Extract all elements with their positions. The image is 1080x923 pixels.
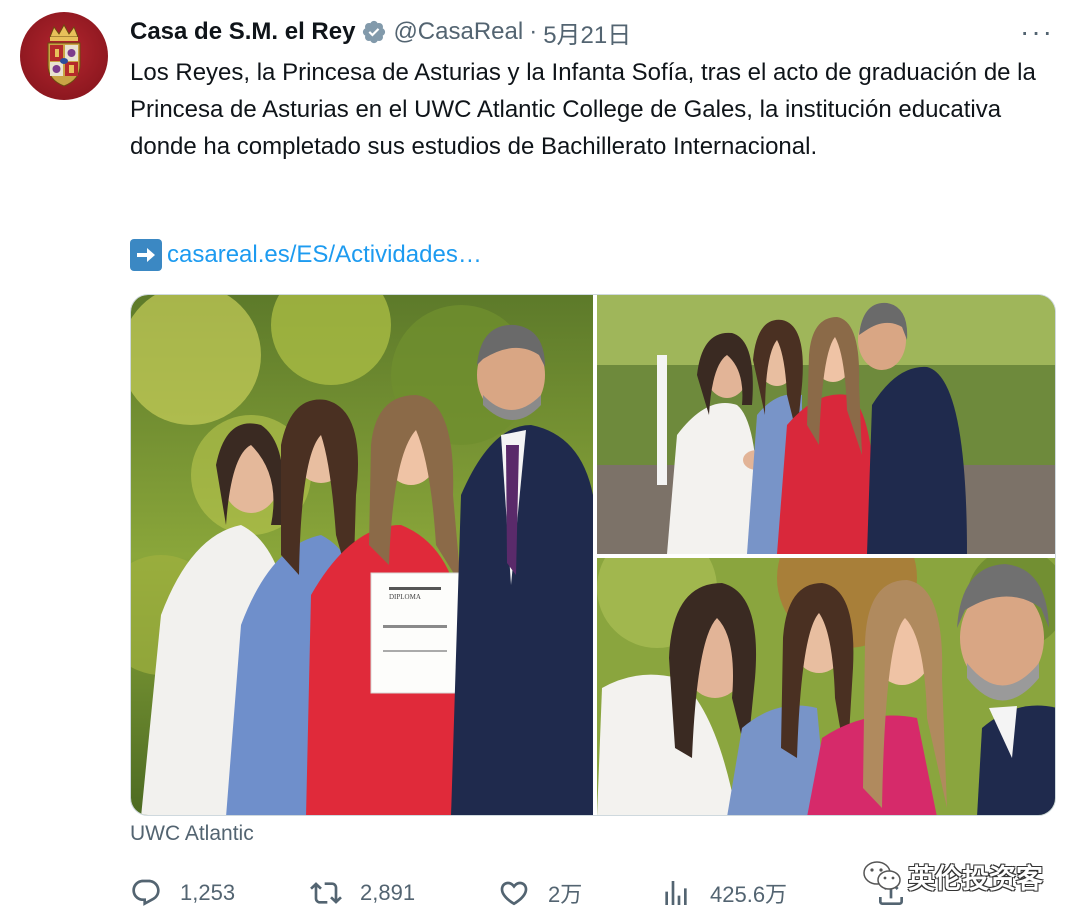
watermark-text: 英伦投资客	[908, 863, 1043, 894]
retweet-count: 2,891	[360, 880, 416, 905]
media-grid: DIPLOMA	[130, 294, 1056, 816]
watermark: 英伦投资客	[862, 858, 1043, 894]
view-count: 425.6万	[710, 882, 788, 907]
graduation-group-photo[interactable]: DIPLOMA	[131, 295, 593, 815]
selfie-photo-closeup[interactable]	[597, 558, 1055, 815]
retweet-button[interactable]: 2,891	[310, 872, 415, 914]
selfie-photo-garden[interactable]	[597, 295, 1055, 554]
diploma-label: DIPLOMA	[389, 593, 421, 601]
tweet-header: Casa de S.M. el Rey @CasaReal · 5月21日	[130, 14, 631, 50]
retweet-icon	[310, 882, 342, 904]
account-handle[interactable]: @CasaReal	[393, 18, 523, 46]
views-button[interactable]: 425.6万	[660, 872, 787, 914]
account-name[interactable]: Casa de S.M. el Rey	[130, 18, 355, 46]
link-text[interactable]: casareal.es/ES/Actividades…	[167, 241, 482, 269]
more-options-icon[interactable]: ···	[1020, 18, 1054, 46]
tweet-link[interactable]: casareal.es/ES/Actividades…	[130, 236, 482, 274]
reply-button[interactable]: 1,253	[130, 872, 235, 914]
heart-icon	[500, 881, 528, 906]
tweet-date[interactable]: 5月21日	[543, 15, 631, 50]
reply-count: 1,253	[180, 880, 236, 905]
views-chart-icon	[665, 881, 687, 905]
account-avatar[interactable]	[20, 12, 108, 100]
royal-coat-of-arms-icon	[47, 23, 81, 87]
like-count: 2万	[548, 882, 583, 907]
header-separator: ·	[529, 18, 538, 45]
like-button[interactable]: 2万	[498, 872, 582, 914]
media-location[interactable]: UWC Atlantic	[130, 822, 254, 846]
wechat-icon	[863, 861, 901, 890]
right-arrow-emoji-icon	[130, 239, 162, 271]
verified-badge-icon[interactable]	[361, 19, 387, 45]
reply-icon	[132, 879, 160, 906]
tweet-text: Los Reyes, la Princesa de Asturias y la …	[130, 59, 1036, 160]
